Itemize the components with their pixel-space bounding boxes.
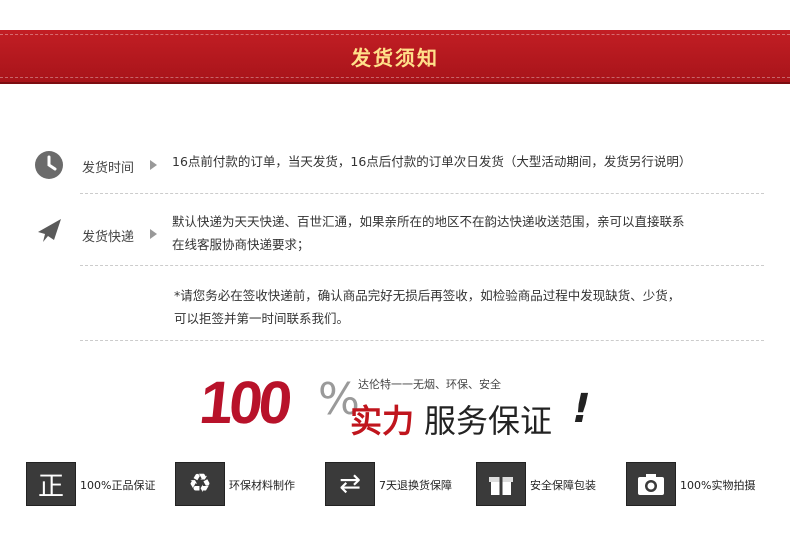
gift-glyph xyxy=(489,477,513,495)
gift-icon xyxy=(476,462,526,506)
badge-label: 环保材料制作 xyxy=(229,479,295,492)
airplane-icon xyxy=(38,219,61,242)
guarantee-exclaim: ! xyxy=(567,386,596,432)
shipping-courier-row: 发货快递 默认快递为天天快递、百世汇通，如果亲所在的地区不在韵达快递收送范围，亲… xyxy=(30,210,764,262)
shipping-time-row: 发货时间 16点前付款的订单，当天发货，16点后付款的订单次日发货（大型活动期间… xyxy=(30,148,764,188)
authentic-glyph: 正 xyxy=(37,471,64,502)
badge-label: 100%实物拍摄 xyxy=(680,479,756,492)
divider xyxy=(80,265,764,266)
chevron-right-icon xyxy=(150,229,157,239)
guarantee-slogan: 100 % 达伦特一一无烟、环保、安全 实力 服务保证 ! xyxy=(196,368,620,440)
divider xyxy=(80,193,764,194)
shipping-courier-label: 发货快递 xyxy=(82,230,135,245)
badge-label: 安全保障包装 xyxy=(530,479,596,492)
authentic-icon: 正 xyxy=(26,462,76,506)
notice-line-1: *请您务必在签收快递前，确认商品完好无损后再签收，如检验商品过程中发现缺货、少货… xyxy=(174,288,681,303)
guarantee-service: 服务保证 xyxy=(424,402,553,440)
page-title: 发货须知 xyxy=(351,46,439,70)
camera-icon xyxy=(626,462,676,506)
recycle-icon: ♻ xyxy=(175,462,225,506)
clock-icon xyxy=(35,151,63,179)
notice-line-2: 可以拒签并第一时间联系我们。 xyxy=(174,311,350,326)
guarantee-subtitle: 达伦特一一无烟、环保、安全 xyxy=(358,378,501,391)
shipping-courier-text-2: 在线客服协商快递要求； xyxy=(172,237,310,252)
shipping-time-text: 16点前付款的订单，当天发货，16点后付款的订单次日发货（大型活动期间，发货另行… xyxy=(172,154,692,169)
divider xyxy=(80,340,764,341)
camera-glyph xyxy=(638,474,664,495)
badge-label: 100%正品保证 xyxy=(80,479,156,492)
exchange-glyph: ⇄ xyxy=(339,469,361,499)
shipping-courier-text-1: 默认快递为天天快递、百世汇通，如果亲所在的地区不在韵达快递收送范围，亲可以直接联… xyxy=(172,214,685,229)
guarantee-power: 实力 xyxy=(350,402,415,440)
badge-label: 7天退换货保障 xyxy=(379,479,452,492)
exchange-icon: ⇄ xyxy=(325,462,375,506)
shipping-time-label: 发货时间 xyxy=(82,161,135,176)
guarantee-number: 100 xyxy=(196,369,292,436)
header-banner: 发货须知 xyxy=(0,30,790,84)
recycle-glyph: ♻ xyxy=(188,469,212,499)
chevron-right-icon xyxy=(150,160,157,170)
